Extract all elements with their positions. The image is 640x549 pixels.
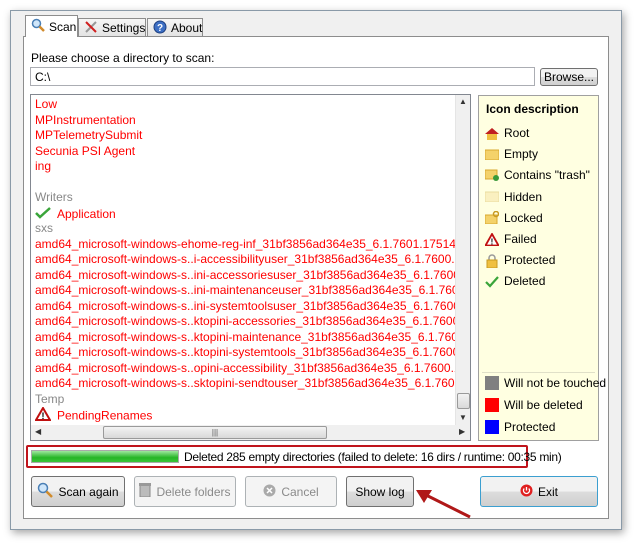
tree-row[interactable]: Temp: [35, 392, 64, 408]
checkmark-icon: [485, 275, 499, 288]
tab-settings[interactable]: Settings: [78, 18, 146, 37]
legend-item: Empty: [484, 147, 538, 161]
warning-icon: !: [34, 406, 52, 426]
legend-item: Hidden: [484, 190, 542, 204]
show-log-button[interactable]: Show log: [346, 476, 414, 507]
color-swatch: [485, 376, 499, 390]
legend-item: Protected: [485, 253, 555, 269]
exit-button[interactable]: Exit: [480, 476, 598, 507]
padlock-icon: [485, 254, 499, 269]
scan-again-button[interactable]: Scan again: [31, 476, 125, 507]
svg-text:!: !: [42, 411, 45, 421]
magnifier-icon: [31, 18, 45, 35]
legend-item: Contains "trash": [484, 168, 590, 182]
horizontal-scroll-thumb[interactable]: |||: [103, 426, 327, 439]
svg-text:?: ?: [157, 23, 163, 34]
browse-button[interactable]: Browse...: [540, 68, 598, 86]
legend-color-item: Protected: [485, 420, 555, 434]
tab-about[interactable]: ? About: [147, 18, 203, 37]
vertical-scrollbar[interactable]: ▲ ▼: [455, 95, 470, 425]
tree-row[interactable]: amd64_microsoft-windows-ehome-reg-inf_31…: [35, 237, 470, 253]
annotation-arrow-icon: [416, 490, 471, 519]
tree-row[interactable]: ! PendingRenames: [34, 406, 152, 426]
tree-row[interactable]: amd64_microsoft-windows-s..ktopini-acces…: [35, 314, 470, 330]
tree-row[interactable]: amd64_microsoft-windows-s..ktopini-maint…: [35, 330, 470, 346]
cancel-icon: [263, 484, 276, 500]
tree-row[interactable]: sxs: [35, 221, 53, 237]
trash-icon: [139, 483, 152, 500]
vertical-scroll-thumb[interactable]: [457, 393, 470, 409]
folder-trash-icon: [484, 169, 499, 182]
power-icon: [520, 484, 533, 500]
scroll-down-icon[interactable]: ▼: [459, 413, 467, 422]
horizontal-scrollbar[interactable]: ◀ ||| ▶: [31, 425, 470, 440]
tree-row[interactable]: ing: [35, 159, 51, 175]
icon-legend: Icon description Root Empty Contains "tras…: [478, 95, 606, 441]
legend-color-item: Will be deleted: [485, 398, 583, 412]
delete-folders-button[interactable]: Delete folders: [134, 476, 236, 507]
root-house-icon: [485, 127, 499, 140]
tree-row[interactable]: amd64_microsoft-windows-s..ini-maintenan…: [35, 283, 470, 299]
legend-item: ! Failed: [483, 231, 537, 246]
color-swatch: [485, 420, 499, 434]
tree-row[interactable]: Application: [35, 206, 116, 222]
cancel-button[interactable]: Cancel: [245, 476, 337, 507]
progress-bar: [31, 450, 179, 463]
tree-row[interactable]: Low: [35, 97, 57, 113]
legend-item: Locked: [484, 211, 543, 225]
hidden-folder-icon: [484, 190, 500, 203]
scroll-right-icon[interactable]: ▶: [459, 427, 465, 436]
svg-text:!: !: [491, 237, 494, 246]
magnifier-icon: [37, 482, 54, 501]
tree-row[interactable]: amd64_microsoft-windows-s..ini-accessori…: [35, 268, 470, 284]
folder-icon: [484, 148, 500, 161]
tools-icon: [84, 20, 98, 37]
tree-row[interactable]: MPTelemetrySubmit: [35, 128, 142, 144]
help-icon: ?: [153, 20, 167, 37]
legend-item: Deleted: [485, 274, 545, 288]
tree-row[interactable]: amd64_microsoft-windows-s..opini-accessi…: [35, 361, 470, 377]
legend-title: Icon description: [486, 102, 579, 116]
legend-color-item: Will not be touched: [485, 376, 606, 390]
tree-row[interactable]: amd64_microsoft-windows-s..ktopini-syste…: [35, 345, 470, 361]
scroll-up-icon[interactable]: ▲: [459, 97, 467, 106]
tree-row[interactable]: amd64_microsoft-windows-s..sktopini-send…: [35, 376, 470, 392]
directory-input[interactable]: C:\: [30, 67, 535, 86]
legend-item: Root: [485, 126, 529, 140]
tree-row[interactable]: Writers: [35, 190, 73, 206]
locked-folder-icon: [484, 211, 500, 225]
directory-label: Please choose a directory to scan:: [31, 51, 215, 65]
tab-scan[interactable]: Scan: [25, 15, 78, 37]
status-text: Deleted 285 empty directories (failed to…: [184, 450, 562, 464]
directory-tree[interactable]: Low MPInstrumentation MPTelemetrySubmit Sec…: [30, 94, 471, 441]
tree-row[interactable]: Secunia PSI Agent: [35, 144, 135, 160]
scroll-left-icon[interactable]: ◀: [35, 427, 41, 436]
warning-icon: !: [483, 231, 501, 246]
tree-row[interactable]: MPInstrumentation: [35, 113, 136, 129]
color-swatch: [485, 398, 499, 412]
legend-divider: [482, 372, 595, 373]
tree-row[interactable]: amd64_microsoft-windows-s..i-accessibili…: [35, 252, 470, 268]
tree-row[interactable]: amd64_microsoft-windows-s..ini-systemtoo…: [35, 299, 470, 315]
